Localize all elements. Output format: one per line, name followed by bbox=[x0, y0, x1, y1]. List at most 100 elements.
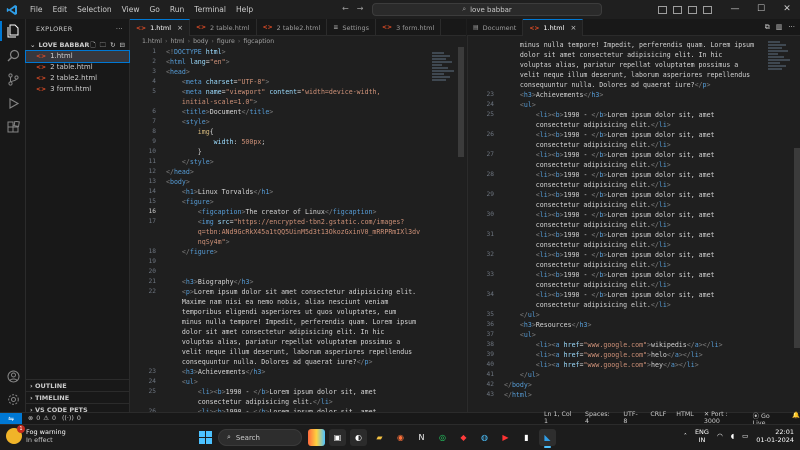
terminal-icon[interactable]: ▮ bbox=[518, 429, 535, 446]
maximize-button[interactable]: ☐ bbox=[748, 0, 774, 19]
breadcrumb-figure[interactable]: figure bbox=[217, 38, 235, 45]
chat-icon[interactable]: ◐ bbox=[350, 429, 367, 446]
code-line[interactable]: 18 </figure> bbox=[130, 247, 430, 257]
code-line[interactable]: minus nulla tempore! Impedit, perferendi… bbox=[468, 40, 768, 50]
code-line[interactable]: 25 <li><b>1990 - </b>Lorem ipsum dolor s… bbox=[468, 110, 768, 120]
menu-file[interactable]: File bbox=[25, 0, 48, 19]
code-line[interactable]: 37 <ul> bbox=[468, 330, 768, 340]
tab-1-html[interactable]: <> 1.html × bbox=[130, 19, 190, 36]
menu-edit[interactable]: Edit bbox=[48, 0, 73, 19]
code-line[interactable]: 34 <li><b>1990 - </b>Lorem ipsum dolor s… bbox=[468, 290, 768, 300]
new-file-icon[interactable]: 🗋 bbox=[90, 39, 95, 51]
code-line[interactable]: 7 <style> bbox=[130, 117, 430, 127]
minimize-button[interactable]: — bbox=[722, 0, 748, 19]
code-line[interactable]: 27 <li><b>1990 - </b>Lorem ipsum dolor s… bbox=[468, 150, 768, 160]
code-line[interactable]: voluptas alias, pariatur repellat volupt… bbox=[130, 337, 430, 347]
menu-help[interactable]: Help bbox=[231, 0, 258, 19]
code-line[interactable]: 9 width: 500px; bbox=[130, 137, 430, 147]
menu-view[interactable]: View bbox=[117, 0, 145, 19]
code-line[interactable]: 38 <li><a href="www.google.com">wikipedi… bbox=[468, 340, 768, 350]
code-line[interactable]: 30 <li><b>1990 - </b>Lorem ipsum dolor s… bbox=[468, 210, 768, 220]
code-line[interactable]: voluptas alias, pariatur repellat volupt… bbox=[468, 60, 768, 70]
tab-2-table[interactable]: <> 2 table.html bbox=[190, 19, 257, 36]
forward-arrow-icon[interactable]: → bbox=[357, 4, 364, 13]
minimap[interactable] bbox=[432, 51, 456, 111]
close-icon[interactable]: × bbox=[570, 24, 576, 32]
code-line[interactable]: 20 bbox=[130, 267, 430, 277]
workspace-folder[interactable]: ⌄ LOVE BABBAR 🗋 🗀 ↻ ⊟ bbox=[26, 39, 129, 51]
code-line[interactable]: 32 <li><b>1990 - </b>Lorem ipsum dolor s… bbox=[468, 250, 768, 260]
refresh-icon[interactable]: ↻ bbox=[110, 39, 115, 51]
breadcrumb-html[interactable]: html bbox=[170, 38, 184, 45]
tab-settings[interactable]: ≡ Settings bbox=[327, 19, 376, 36]
timeline-section[interactable]: › TIMELINE bbox=[26, 391, 129, 403]
code-line[interactable]: 11 </style> bbox=[130, 157, 430, 167]
ports-indicator[interactable]: ((·)) 0 bbox=[62, 415, 81, 422]
menu-run[interactable]: Run bbox=[165, 0, 189, 19]
code-line[interactable]: 31 <li><b>1990 - </b>Lorem ipsum dolor s… bbox=[468, 230, 768, 240]
code-line[interactable]: dolor sit amet consectetur adipisicing e… bbox=[130, 327, 430, 337]
breadcrumb-file[interactable]: 1.html bbox=[142, 38, 162, 45]
search-icon[interactable] bbox=[5, 47, 21, 63]
code-line[interactable]: 33 <li><b>1990 - </b>Lorem ipsum dolor s… bbox=[468, 270, 768, 280]
tab-3-form[interactable]: <> 3 form.html bbox=[376, 19, 442, 36]
code-line[interactable]: 19 bbox=[130, 257, 430, 267]
code-line[interactable]: consectetur adipisicing elit.</li> bbox=[468, 240, 768, 250]
chrome-icon[interactable]: ◍ bbox=[476, 429, 493, 446]
more-actions-icon[interactable]: ··· bbox=[788, 23, 795, 31]
code-line[interactable]: 2 <html lang="en"> bbox=[130, 57, 430, 67]
code-line[interactable]: 41 </ul> bbox=[468, 370, 768, 380]
code-line[interactable]: initial-scale=1.0"> bbox=[130, 97, 430, 107]
accounts-icon[interactable] bbox=[5, 368, 21, 384]
explorer-icon[interactable] bbox=[5, 23, 21, 39]
breadcrumb-figcaption[interactable]: figcaption bbox=[243, 38, 274, 45]
code-line[interactable]: consequuntur nulla. Dolores ad quaerat i… bbox=[130, 357, 430, 367]
file-item-2-table2[interactable]: <> 2 table2.html bbox=[26, 73, 129, 84]
code-line[interactable]: 17 <img src="https://encrypted-tbn2.gsta… bbox=[130, 217, 430, 227]
code-line[interactable]: 23 <h3>Achievements</h3> bbox=[468, 90, 768, 100]
store-icon[interactable]: ◆ bbox=[455, 429, 472, 446]
code-line[interactable]: 3 <head> bbox=[130, 67, 430, 77]
file-explorer-icon[interactable]: ▰ bbox=[371, 429, 388, 446]
source-control-icon[interactable] bbox=[5, 71, 21, 87]
whatsapp-icon[interactable]: ◎ bbox=[434, 429, 451, 446]
code-line[interactable]: nqSy4m"> bbox=[130, 237, 430, 247]
code-line[interactable]: 39 <li><a href="www.google.com">helo</a>… bbox=[468, 350, 768, 360]
file-item-2-table[interactable]: <> 2 table.html bbox=[26, 62, 129, 73]
outline-section[interactable]: › OUTLINE bbox=[26, 379, 129, 391]
scrollbar-thumb[interactable] bbox=[458, 47, 464, 157]
code-line[interactable]: 43 </html> bbox=[468, 390, 768, 400]
code-line[interactable]: consectetur adipisicing elit.</li> bbox=[468, 120, 768, 130]
code-line[interactable]: 36 <h3>Resources</h3> bbox=[468, 320, 768, 330]
language-indicator[interactable]: ENG IN bbox=[695, 428, 709, 444]
battery-icon[interactable]: ▭ bbox=[742, 432, 748, 440]
code-line[interactable]: consectetur adipisicing elit.</li> bbox=[468, 260, 768, 270]
code-line[interactable]: 40 <li><a href="www.google.com">hey</a><… bbox=[468, 360, 768, 370]
menu-go[interactable]: Go bbox=[144, 0, 164, 19]
code-line[interactable]: 5 <meta name="viewport" content="width=d… bbox=[130, 87, 430, 97]
firefox-icon[interactable]: ◉ bbox=[392, 429, 409, 446]
code-line[interactable]: 13 <body> bbox=[130, 177, 430, 187]
code-line[interactable]: 21 <h3>Biography</h3> bbox=[130, 277, 430, 287]
code-line[interactable]: 25 <li><b>1990 - </b>Lorem ipsum dolor s… bbox=[130, 387, 430, 397]
youtube-icon[interactable]: ▶ bbox=[497, 429, 514, 446]
vscode-taskbar-icon[interactable]: ◣ bbox=[539, 429, 556, 448]
code-line[interactable]: 35 </ul> bbox=[468, 310, 768, 320]
code-line[interactable]: dolor sit amet consectetur adipisicing e… bbox=[468, 50, 768, 60]
code-line[interactable]: 22 <p>Lorem ipsum dolor sit amet consect… bbox=[130, 287, 430, 297]
volume-icon[interactable]: ◖ bbox=[731, 432, 734, 440]
code-line[interactable]: q=tbn:ANd9GcRkX45a1tQQ5UinM5d3t13OkozGxi… bbox=[130, 227, 430, 237]
new-folder-icon[interactable]: 🗀 bbox=[100, 39, 107, 51]
toggle-secondary-sidebar-icon[interactable] bbox=[688, 5, 697, 14]
code-line[interactable]: consectetur adipisicing elit.</li> bbox=[468, 220, 768, 230]
close-icon[interactable]: × bbox=[177, 24, 183, 32]
code-line[interactable]: 24 <ul> bbox=[468, 100, 768, 110]
wifi-icon[interactable]: ◠ bbox=[717, 432, 723, 440]
code-line[interactable]: 24 <ul> bbox=[130, 377, 430, 387]
code-line[interactable]: consectetur adipisicing elit.</li> bbox=[468, 280, 768, 290]
menu-selection[interactable]: Selection bbox=[72, 0, 117, 19]
open-preview-icon[interactable]: ⧉ bbox=[765, 23, 770, 32]
command-center-search[interactable]: ⌕ love babbar bbox=[372, 3, 602, 16]
code-line[interactable]: 8 img{ bbox=[130, 127, 430, 137]
toggle-sidebar-icon[interactable] bbox=[658, 5, 667, 14]
